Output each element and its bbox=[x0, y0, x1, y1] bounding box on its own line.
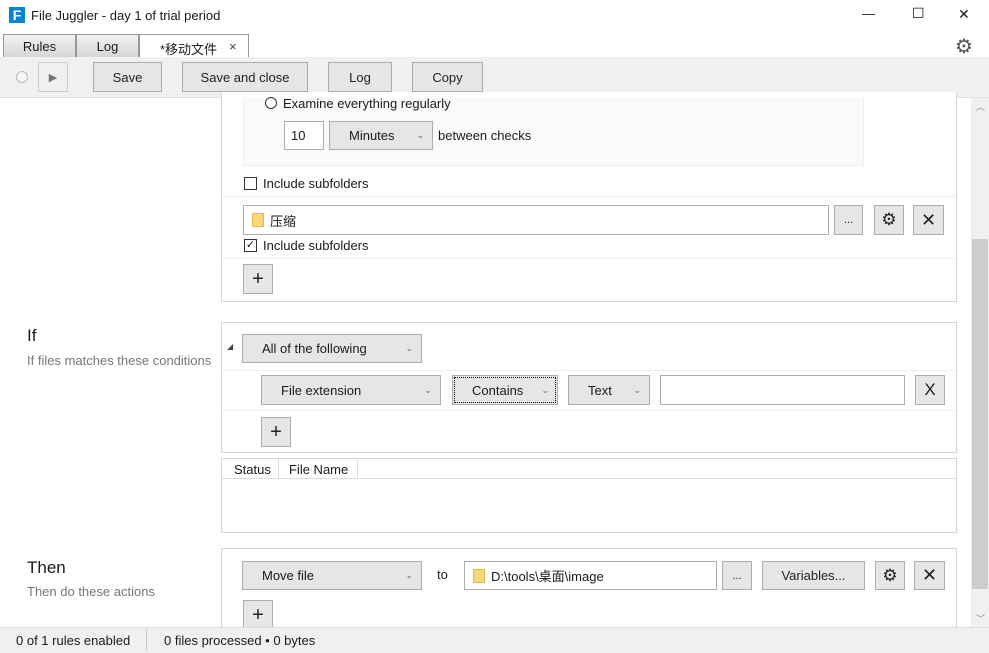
run-button[interactable]: ▶ bbox=[38, 62, 68, 92]
to-label: to bbox=[437, 567, 448, 582]
unit-value: Minutes bbox=[349, 128, 395, 143]
gear-icon: ⚙ bbox=[882, 565, 898, 585]
divider bbox=[222, 410, 956, 411]
divider bbox=[222, 196, 956, 197]
source-folder-input[interactable]: 压缩 bbox=[243, 205, 829, 235]
tab-log[interactable]: Log bbox=[76, 34, 139, 58]
chevron-down-icon: ⌄ bbox=[541, 384, 549, 395]
status-bar bbox=[0, 627, 989, 653]
rules-enabled-status: 0 of 1 rules enabled bbox=[16, 633, 131, 648]
chevron-down-icon: ⌄ bbox=[633, 384, 641, 395]
header-divider bbox=[358, 478, 956, 479]
include-subfolders-checkbox[interactable] bbox=[244, 177, 257, 190]
chevron-down-icon: ⌄ bbox=[405, 343, 413, 353]
minimize-button[interactable]: — bbox=[862, 6, 875, 21]
files-processed-status: 0 files processed • 0 bytes bbox=[164, 633, 316, 648]
then-subtitle: Then do these actions bbox=[27, 584, 155, 599]
save-button[interactable]: Save bbox=[93, 62, 162, 92]
folder-icon bbox=[473, 568, 485, 583]
add-folder-button[interactable]: + bbox=[243, 264, 273, 294]
browse-destination-button[interactable]: ... bbox=[722, 561, 752, 590]
tab-close-icon[interactable]: × bbox=[229, 39, 237, 54]
chevron-down-icon: ⌄ bbox=[405, 570, 413, 580]
remove-action-button[interactable]: ✕ bbox=[914, 561, 945, 590]
column-header-status[interactable]: Status bbox=[222, 459, 279, 479]
remove-condition-button[interactable]: X bbox=[915, 375, 945, 405]
close-icon: ✕ bbox=[920, 209, 937, 230]
tab-rules[interactable]: Rules bbox=[3, 34, 76, 58]
if-subtitle: If files matches these conditions bbox=[27, 353, 212, 368]
enable-radio[interactable] bbox=[16, 71, 28, 83]
condition-value-input[interactable] bbox=[660, 375, 905, 405]
window-title: File Juggler - day 1 of trial period bbox=[31, 8, 221, 23]
operator-value: Contains bbox=[472, 382, 524, 398]
column-header-file-name[interactable]: File Name bbox=[279, 459, 358, 479]
folder-settings-button[interactable]: ⚙ bbox=[874, 205, 904, 235]
between-checks-label: between checks bbox=[438, 128, 532, 143]
type-value: Text bbox=[588, 382, 612, 398]
scroll-up-arrow[interactable]: ︿ bbox=[976, 100, 985, 113]
collapse-triangle-icon[interactable]: ◢ bbox=[227, 342, 233, 351]
field-value: File extension bbox=[281, 382, 362, 398]
action-settings-button[interactable]: ⚙ bbox=[875, 561, 905, 590]
close-icon: ✕ bbox=[921, 565, 938, 585]
condition-type-dropdown[interactable]: Text ⌄ bbox=[568, 375, 650, 405]
condition-operator-dropdown[interactable]: Contains ⌄ bbox=[452, 375, 558, 405]
vertical-scrollbar[interactable]: ︿ ﹀ bbox=[971, 98, 989, 627]
remove-folder-button[interactable]: ✕ bbox=[913, 205, 944, 235]
if-title: If bbox=[27, 326, 37, 345]
path-value: D:\tools\桌面\image bbox=[491, 569, 604, 584]
browse-button[interactable]: ... bbox=[834, 205, 863, 235]
group-value: All of the following bbox=[262, 341, 367, 356]
action-dropdown[interactable]: Move file ⌄ bbox=[242, 561, 422, 590]
group-dropdown[interactable]: All of the following ⌄ bbox=[242, 334, 422, 363]
tab-label: *移动文件 bbox=[160, 42, 218, 57]
variables-button[interactable]: Variables... bbox=[762, 561, 865, 590]
folder-name: 压缩 bbox=[270, 213, 297, 229]
action-value: Move file bbox=[262, 568, 315, 583]
chevron-down-icon: ⌄ bbox=[424, 384, 432, 395]
add-action-button[interactable]: + bbox=[243, 600, 273, 630]
play-icon: ▶ bbox=[48, 71, 58, 84]
then-title: Then bbox=[27, 558, 66, 577]
close-window-button[interactable]: ✕ bbox=[958, 6, 970, 23]
gear-icon: ⚙ bbox=[881, 210, 897, 229]
log-button[interactable]: Log bbox=[328, 62, 392, 92]
divider bbox=[222, 370, 956, 371]
interval-input[interactable]: 10 bbox=[284, 121, 324, 150]
chevron-down-icon: ⌄ bbox=[416, 130, 424, 140]
add-condition-button[interactable]: + bbox=[261, 417, 291, 447]
tab-rule-editor[interactable]: *移动文件 × bbox=[139, 34, 249, 58]
examine-label: Examine everything regularly bbox=[283, 96, 451, 111]
scroll-down-arrow[interactable]: ﹀ bbox=[976, 612, 985, 625]
examine-radio[interactable] bbox=[265, 97, 277, 109]
copy-button[interactable]: Copy bbox=[412, 62, 483, 92]
include-subfolders-label-2: Include subfolders bbox=[263, 238, 369, 253]
include-subfolders-label: Include subfolders bbox=[263, 176, 369, 191]
scroll-thumb[interactable] bbox=[972, 239, 988, 589]
maximize-button[interactable]: ☐ bbox=[912, 5, 925, 22]
settings-gear-icon[interactable]: ⚙ bbox=[955, 34, 973, 59]
save-and-close-button[interactable]: Save and close bbox=[182, 62, 308, 92]
include-subfolders-checkbox-2[interactable]: ✓ bbox=[244, 239, 257, 252]
divider bbox=[222, 258, 956, 259]
condition-field-dropdown[interactable]: File extension ⌄ bbox=[261, 375, 441, 405]
app-logo: F bbox=[9, 7, 25, 23]
interval-unit-dropdown[interactable]: Minutes ⌄ bbox=[329, 121, 433, 150]
folder-icon bbox=[252, 213, 264, 227]
status-separator bbox=[146, 629, 147, 651]
destination-path-input[interactable]: D:\tools\桌面\image bbox=[464, 561, 717, 590]
